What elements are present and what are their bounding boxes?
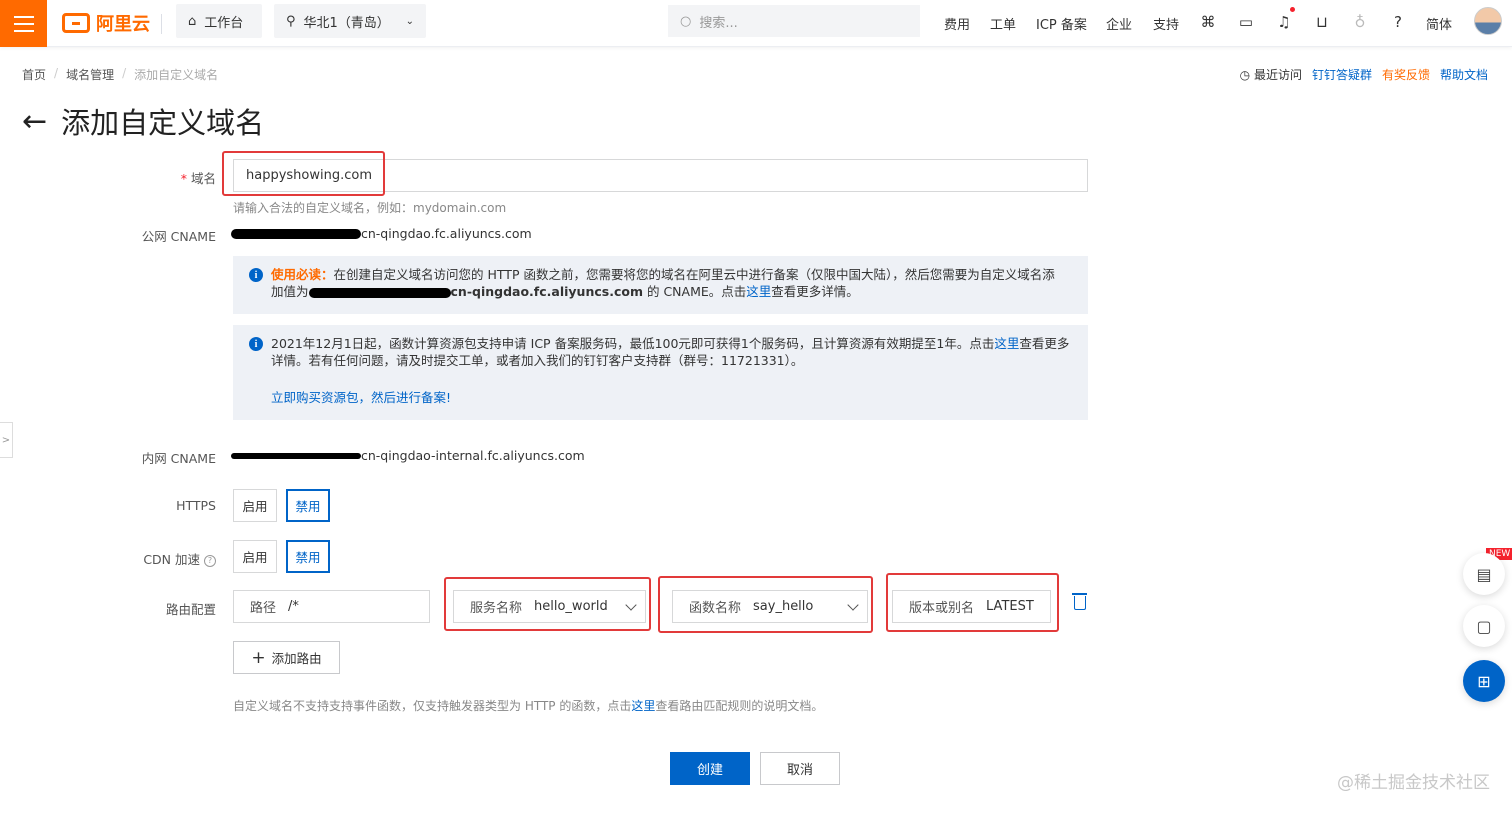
chat-icon[interactable]: ▢ <box>1463 605 1505 647</box>
breadcrumb: 首页 / 域名管理 / 添加自定义域名 <box>22 66 219 83</box>
nav-tickets[interactable]: 工单 <box>990 14 1016 33</box>
bell-icon[interactable]: ♫ <box>1274 12 1294 32</box>
nav-billing[interactable]: 费用 <box>944 14 970 33</box>
breadcrumb-domain-management[interactable]: 域名管理 <box>66 66 114 83</box>
cancel-button[interactable]: 取消 <box>760 752 840 785</box>
notice-usage: i 使用必读：在创建自定义域名访问您的 HTTP 函数之前，您需要将您的域名在阿… <box>233 256 1088 314</box>
highlight-box-function <box>658 576 873 633</box>
dingtalk-link[interactable]: 钉钉答疑群 <box>1312 66 1372 83</box>
redacted-id <box>231 228 361 239</box>
notification-dot <box>1290 7 1295 12</box>
highlight-box-service <box>444 577 651 631</box>
breadcrumb-current: 添加自定义域名 <box>134 68 219 82</box>
domain-hint: 请输入合法的自定义域名，例如：mydomain.com <box>233 201 507 215</box>
region-selector[interactable]: ⚲ 华北1（青岛） ⌄ <box>274 4 426 38</box>
workbench-button[interactable]: ⌂ 工作台 <box>176 4 262 38</box>
https-disable-button[interactable]: 禁用 <box>286 489 330 522</box>
feedback-link[interactable]: 有奖反馈 <box>1382 66 1430 83</box>
cdn-enable-button[interactable]: 启用 <box>233 540 277 573</box>
nav-icp[interactable]: ICP 备案 <box>1036 14 1087 33</box>
internal-cname-label: 内网 CNAME <box>141 451 216 466</box>
cdn-toggle: 启用 禁用 <box>233 540 330 573</box>
clock-icon: ◷ <box>1239 68 1251 82</box>
help-icon[interactable]: ? <box>1388 12 1408 32</box>
public-cname-value: cn-qingdao.fc.aliyuncs.com <box>231 226 532 241</box>
cart-icon[interactable]: ⊔ <box>1312 12 1332 32</box>
chevron-down-icon: ⌄ <box>405 15 414 27</box>
help-links: ◷ 最近访问 钉钉答疑群 有奖反馈 帮助文档 <box>1240 66 1488 83</box>
language-switch[interactable]: 简体 <box>1426 14 1452 33</box>
back-arrow-icon[interactable]: ← <box>22 104 47 139</box>
breadcrumb-home[interactable]: 首页 <box>22 66 46 83</box>
logo-mark-icon <box>62 13 90 33</box>
info-icon: i <box>249 337 263 351</box>
chevron-right-icon: > <box>1 434 11 446</box>
docs-link[interactable]: 帮助文档 <box>1440 66 1488 83</box>
book-icon[interactable]: ▤ <box>1463 553 1505 595</box>
cdn-disable-button[interactable]: 禁用 <box>286 540 330 573</box>
avatar[interactable] <box>1474 7 1502 35</box>
lightbulb-icon[interactable]: ♁ <box>1350 12 1370 32</box>
route-path-input[interactable]: 路径 /* <box>233 590 430 623</box>
add-route-button[interactable]: + 添加路由 <box>233 641 340 674</box>
help-circle-icon[interactable]: ? <box>204 554 216 567</box>
recent-visits-link[interactable]: ◷ 最近访问 <box>1240 66 1302 83</box>
notice-link-here[interactable]: 这里 <box>746 284 771 299</box>
watermark: @稀土掘金技术社区 <box>1337 773 1490 793</box>
page-title: 添加自定义域名 <box>61 106 265 140</box>
search-input[interactable]: ○ 搜索... <box>668 5 920 37</box>
notice2-link-here[interactable]: 这里 <box>994 336 1019 351</box>
route-note: 自定义域名不支持支持事件函数，仅支持触发器类型为 HTTP 的函数，点击这里查看… <box>233 699 824 713</box>
https-enable-button[interactable]: 启用 <box>233 489 277 522</box>
domain-label: * 域名 <box>180 171 216 186</box>
location-pin-icon: ⚲ <box>286 13 296 29</box>
create-button[interactable]: 创建 <box>670 752 750 785</box>
plus-icon: + <box>251 647 266 668</box>
top-bar: 阿里云 ⌂ 工作台 ⚲ 华北1（青岛） ⌄ ○ 搜索... 费用 工单 ICP … <box>0 0 1512 47</box>
aliyun-logo[interactable]: 阿里云 <box>62 10 150 36</box>
internal-cname-value: cn-qingdao-internal.fc.aliyuncs.com <box>231 448 585 463</box>
apps-grid-icon[interactable]: ⊞ <box>1463 660 1505 702</box>
highlight-box-version <box>886 573 1059 632</box>
notice-icp: i 2021年12月1日起，函数计算资源包支持申请 ICP 备案服务码，最低10… <box>233 325 1088 420</box>
redacted-id <box>231 452 361 459</box>
route-note-link[interactable]: 这里 <box>631 699 655 713</box>
search-icon: ○ <box>680 13 692 29</box>
api-icon[interactable]: ⌘ <box>1198 12 1218 32</box>
highlight-box-domain <box>222 151 385 196</box>
home-icon: ⌂ <box>188 13 197 29</box>
https-toggle: 启用 禁用 <box>233 489 330 522</box>
sidebar-expand-handle[interactable]: > <box>0 422 13 458</box>
divider <box>161 14 162 34</box>
redacted-id <box>308 287 451 298</box>
public-cname-label: 公网 CNAME <box>141 229 216 244</box>
terminal-icon[interactable]: ▭ <box>1236 12 1256 32</box>
info-icon: i <box>249 268 263 282</box>
hamburger-menu-icon[interactable] <box>0 0 47 47</box>
cdn-label: CDN 加速? <box>0 549 216 568</box>
nav-enterprise[interactable]: 企业 <box>1106 14 1132 33</box>
nav-support[interactable]: 支持 <box>1153 14 1179 33</box>
page-header: ← 添加自定义域名 <box>22 100 264 142</box>
trash-icon[interactable] <box>1072 593 1087 610</box>
buy-package-link[interactable]: 立即购买资源包，然后进行备案! <box>271 390 451 405</box>
https-label: HTTPS <box>176 498 216 513</box>
route-label: 路由配置 <box>165 602 216 617</box>
